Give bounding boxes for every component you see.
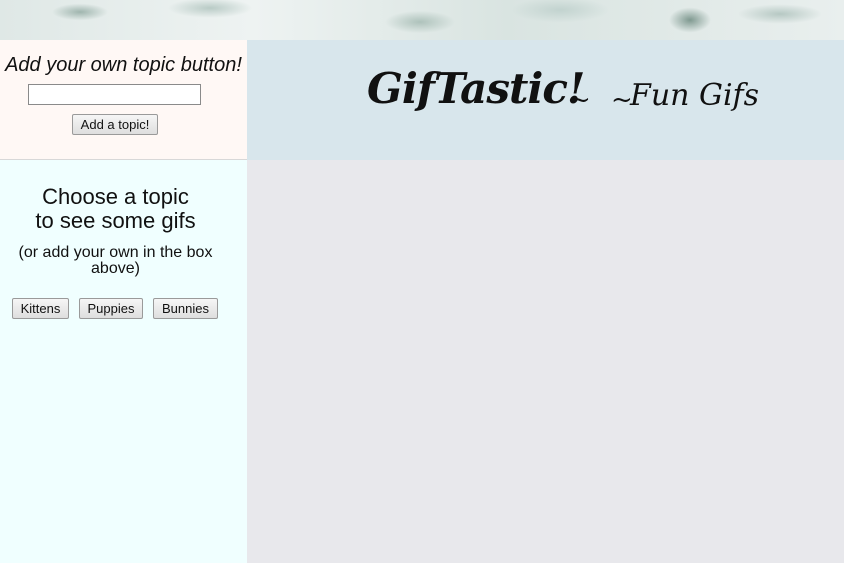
title-separator: ~ ~ [569, 85, 639, 115]
choose-topic-title: Choose a topic to see some gifs [0, 185, 231, 233]
add-topic-panel: Add your own topic button! Add a topic! [0, 40, 247, 160]
add-topic-title: Add your own topic button! [5, 54, 242, 76]
topic-button-kittens[interactable]: Kittens [12, 298, 69, 319]
brand-title: GifTastic! [367, 64, 585, 113]
sidebar: Add your own topic button! Add a topic! … [0, 40, 247, 563]
topic-button-puppies[interactable]: Puppies [79, 298, 143, 319]
add-topic-button[interactable]: Add a topic! [72, 114, 158, 135]
topic-button-bunnies[interactable]: Bunnies [153, 298, 218, 319]
gif-display-area [247, 160, 844, 563]
topic-buttons: Kittens Puppies Bunnies [0, 298, 247, 320]
tagline: Fun Gifs [630, 78, 760, 113]
header: GifTastic! ~ ~ Fun Gifs [247, 40, 844, 160]
topic-input[interactable] [28, 84, 201, 105]
choose-topic-subtitle: (or add your own in the box above) [18, 244, 213, 277]
banner-image [0, 0, 844, 40]
choose-topic-title-line-1: Choose a topic [42, 184, 189, 209]
choose-topic-title-line-2: to see some gifs [35, 208, 196, 233]
